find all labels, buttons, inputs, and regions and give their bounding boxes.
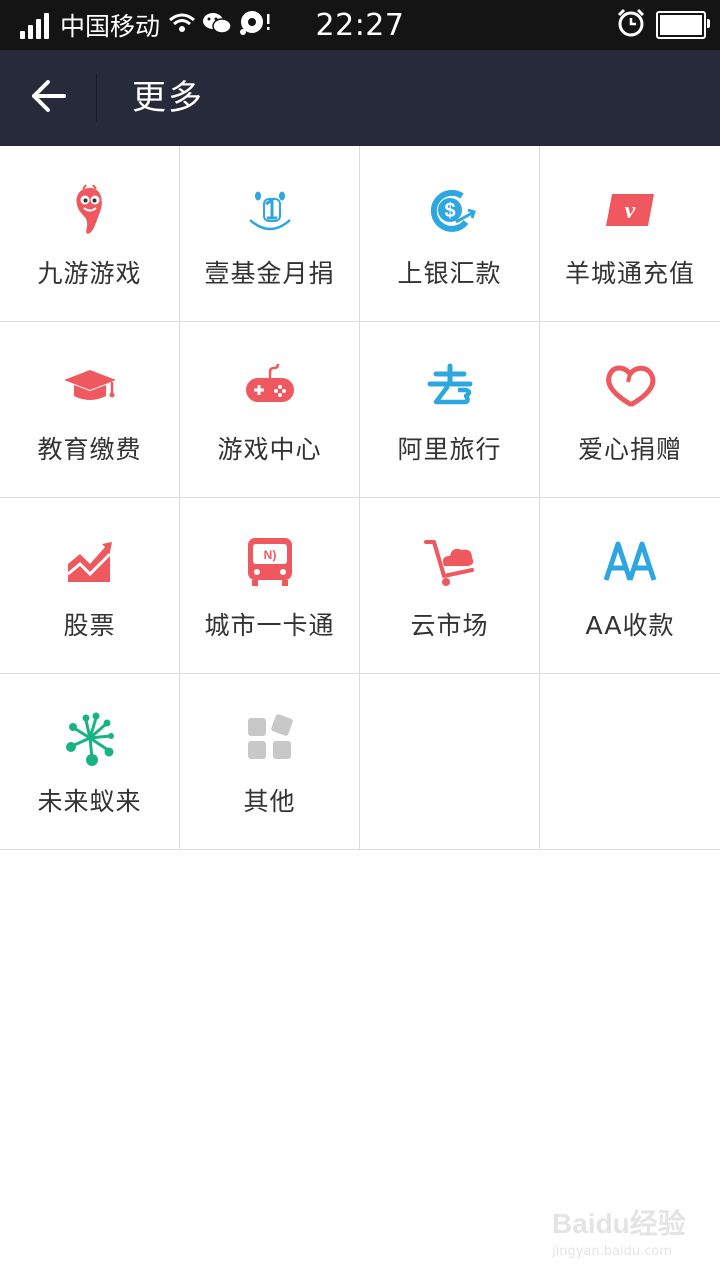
jiuyou-icon [62, 182, 118, 238]
grid-item-aa[interactable]: AA收款 [540, 498, 720, 674]
grid-item-label: 阿里旅行 [397, 435, 502, 464]
nav-divider [96, 74, 97, 122]
grid-item-charity[interactable]: 爱心捐赠 [540, 322, 720, 498]
grid-item-label: 九游游戏 [37, 259, 142, 288]
grid-item-onefoundation[interactable]: 壹基金月捐 [180, 146, 360, 322]
aa-icon [602, 534, 658, 590]
graduation-cap-icon [62, 358, 118, 414]
grid-item-city-card[interactable]: N) 城市一卡通 [180, 498, 360, 674]
status-bar: 中国移动 22:27 [0, 0, 720, 50]
grid-item-label: 爱心捐赠 [577, 435, 682, 464]
grid-item-cloud-market[interactable]: 云市场 [360, 498, 540, 674]
page-title: 更多 [132, 78, 204, 118]
svg-text:$: $ [444, 200, 455, 222]
grid-item-jiuyou[interactable]: 九游游戏 [0, 146, 180, 322]
grid-item-stock[interactable]: 股票 [0, 498, 180, 674]
more-apps-icon [242, 710, 298, 766]
watermark-logo: Baidu经验 [552, 1208, 686, 1239]
gamepad-icon [242, 358, 298, 414]
grid-item-remittance[interactable]: $ 上银汇款 [360, 146, 540, 322]
baidu-watermark: Baidu经验 jingyan.baidu.com [552, 1202, 702, 1266]
grid-item-empty [360, 674, 540, 850]
ant-future-icon [62, 710, 118, 766]
watermark-url: jingyan.baidu.com [552, 1244, 672, 1259]
remittance-icon: $ [422, 182, 478, 238]
grid-item-label: 其他 [243, 787, 296, 816]
status-time: 22:27 [315, 8, 405, 43]
heart-icon [602, 358, 658, 414]
grid-item-label: 城市一卡通 [204, 611, 335, 640]
yangchengtong-icon: v [602, 182, 658, 238]
grid-item-other[interactable]: 其他 [180, 674, 360, 850]
cloud-cart-icon [422, 534, 478, 590]
grid-item-label: 股票 [63, 611, 116, 640]
grid-item-yangchengtong[interactable]: v 羊城通充值 [540, 146, 720, 322]
grid-item-label: 教育缴费 [37, 435, 142, 464]
grid-item-ant-future[interactable]: 未来蚁来 [0, 674, 180, 850]
nav-bar: 更多 [0, 50, 720, 146]
battery-icon [656, 11, 710, 39]
grid-item-label: 游戏中心 [217, 435, 322, 464]
status-right [616, 0, 710, 50]
service-grid: 九游游戏 壹基金月捐 $ 上银汇款 v 羊城通充值 教育缴费 游戏中心 阿里旅行… [0, 146, 720, 850]
onefoundation-icon [242, 182, 298, 238]
city-card-icon: N) [242, 534, 298, 590]
svg-text:N): N) [263, 548, 276, 562]
grid-item-education[interactable]: 教育缴费 [0, 322, 180, 498]
alitrip-icon [422, 358, 478, 414]
grid-item-label: 羊城通充值 [564, 259, 695, 288]
grid-item-label: 未来蚁来 [37, 787, 142, 816]
grid-item-empty [540, 674, 720, 850]
grid-item-label: 壹基金月捐 [204, 259, 335, 288]
arrow-left-icon [28, 76, 68, 120]
grid-item-label: AA收款 [585, 611, 675, 640]
grid-item-game-center[interactable]: 游戏中心 [180, 322, 360, 498]
back-button[interactable] [0, 50, 96, 146]
svg-text:v: v [625, 198, 636, 224]
grid-item-label: 云市场 [410, 611, 489, 640]
alarm-icon [616, 8, 646, 42]
grid-item-alitrip[interactable]: 阿里旅行 [360, 322, 540, 498]
stock-chart-icon [62, 534, 118, 590]
grid-item-label: 上银汇款 [397, 259, 502, 288]
